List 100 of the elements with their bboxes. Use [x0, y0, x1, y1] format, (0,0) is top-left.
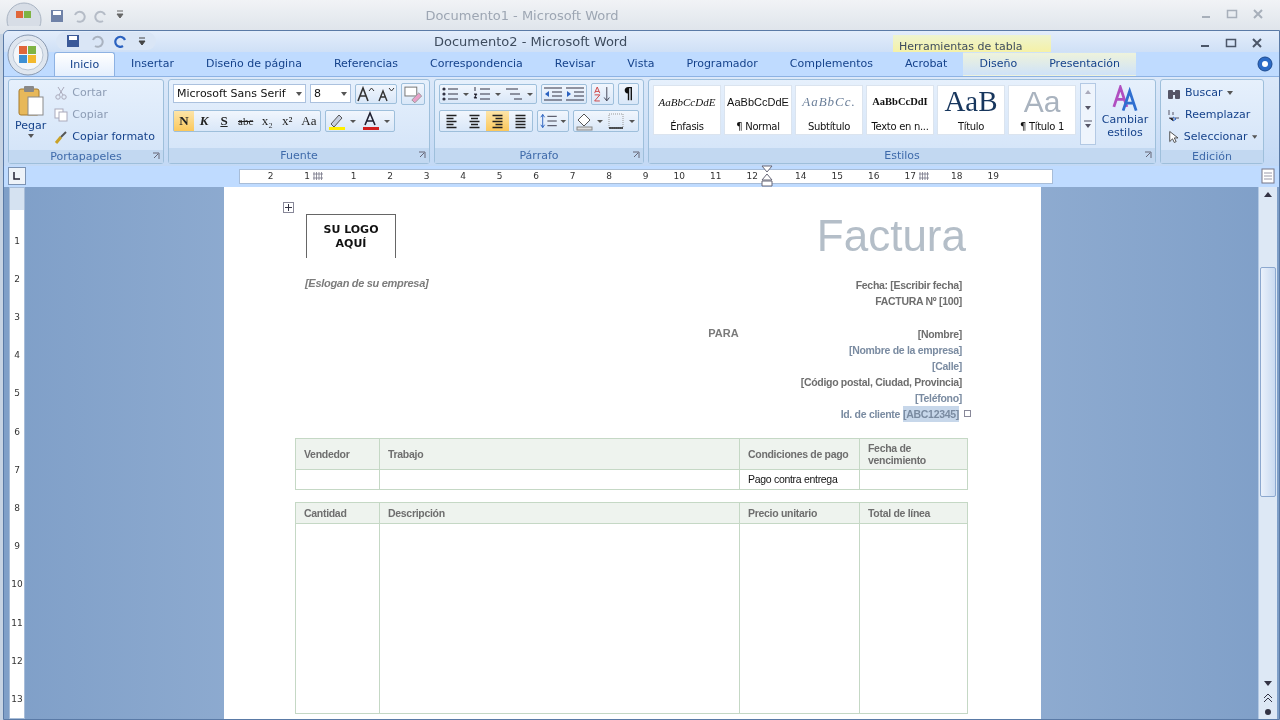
style-preset[interactable]: Aa ¶ Título 1	[1008, 84, 1076, 135]
format-button[interactable]: x²	[277, 110, 298, 131]
ruler-number: 5	[14, 387, 20, 401]
ruler-number: 2	[266, 171, 275, 182]
style-preset[interactable]: AaB Título	[937, 84, 1005, 135]
margin-marker-icon[interactable]	[313, 171, 323, 182]
table-move-handle-icon[interactable]	[283, 201, 294, 213]
recipient-text: [Teléfono]	[915, 390, 962, 406]
borders-icon[interactable]	[606, 110, 638, 131]
client-id-label: Id. de cliente	[840, 406, 901, 422]
group-label: Párrafo	[519, 148, 559, 162]
ruler-number: 7	[14, 463, 20, 477]
style-preset[interactable]: AaBbCcDdI Texto en n...	[866, 84, 934, 135]
paste-button[interactable]: Pegar	[13, 82, 49, 147]
recipient-text: [Nombre]	[917, 326, 962, 342]
ribbon-tab[interactable]: Correspondencia	[414, 51, 539, 76]
ribbon-tab[interactable]: Vista	[611, 51, 671, 76]
ruler-number: 2	[14, 272, 20, 286]
close-icon[interactable]	[1251, 37, 1263, 50]
format-button[interactable]: S	[214, 110, 234, 131]
dialog-launcher-icon[interactable]	[1144, 151, 1152, 160]
align-icon[interactable]	[486, 110, 509, 131]
clipboard-button[interactable]: Copiar formato	[52, 126, 157, 147]
recipient-text: [Calle]	[932, 358, 962, 374]
grow-font-icon[interactable]	[356, 84, 377, 103]
recipient-text: [Código postal, Ciudad, Provincia]	[800, 374, 962, 390]
scrollbar-thumb[interactable]	[1260, 266, 1276, 497]
redo-icon[interactable]	[114, 34, 128, 49]
format-button[interactable]: N	[174, 110, 194, 131]
ribbon-tab[interactable]: Presentación	[1033, 51, 1136, 76]
increase-indent-icon[interactable]	[564, 84, 586, 103]
decrease-indent-icon[interactable]	[542, 84, 564, 103]
ruler-number: 5	[495, 171, 504, 182]
column-header: Total de línea	[859, 502, 968, 524]
style-preset[interactable]: AaBbCcDdE ¶ Normal	[724, 84, 792, 135]
caret-icon	[295, 91, 302, 96]
line-spacing-icon[interactable]	[537, 109, 569, 132]
window-title: Documento2 - Microsoft Word	[434, 33, 628, 49]
caret-icon	[341, 91, 348, 96]
editing-button[interactable]: Reemplazar	[1165, 104, 1259, 125]
scissors-icon	[54, 85, 69, 100]
customize-toolbar-icon[interactable]	[138, 36, 146, 47]
ruler-number: 17	[903, 171, 917, 182]
customize-toolbar-icon[interactable]	[116, 9, 124, 19]
maximize-icon[interactable]	[1225, 37, 1237, 50]
style-preset[interactable]: AaBbCc. Subtítulo	[795, 84, 863, 135]
format-button[interactable]: x₂	[257, 110, 278, 131]
format-button[interactable]: abc	[234, 110, 258, 131]
column-header: Condiciones de pago	[739, 438, 860, 470]
table-cell: Pago contra entrega	[739, 469, 860, 490]
dialog-launcher-icon[interactable]	[152, 152, 160, 161]
tab-selector-icon[interactable]	[8, 167, 26, 186]
ruler-number: 6	[14, 425, 20, 439]
ruler-number: 12	[745, 171, 759, 182]
format-button[interactable]: K	[194, 110, 214, 131]
indent-marker-icon[interactable]	[761, 165, 773, 188]
group-label: Edición	[1192, 149, 1232, 163]
font-name-field[interactable]: Microsoft Sans Serif	[173, 84, 306, 104]
font-size-field[interactable]: 8	[309, 84, 352, 104]
change-styles-button[interactable]: Cambiar estilos	[1098, 82, 1152, 145]
ruler-number: 13	[11, 692, 23, 706]
ribbon-tab[interactable]: Referencias	[317, 51, 415, 76]
save-icon[interactable]	[50, 9, 64, 23]
vertical-scrollbar[interactable]	[1258, 186, 1277, 719]
copy-icon	[54, 107, 69, 122]
dialog-launcher-icon[interactable]	[418, 151, 426, 160]
ruler-number: 2	[386, 171, 394, 182]
ruler-number: 11	[11, 616, 23, 630]
ribbon-tab[interactable]: Complementos	[773, 51, 889, 76]
ruler-number: 10	[672, 171, 686, 182]
editing-button[interactable]: Seleccionar	[1165, 126, 1259, 147]
logo-text: SU LOGO AQUÍ	[323, 222, 379, 251]
ribbon-tab[interactable]: Inicio	[54, 51, 116, 76]
column-header: Fecha de vencimiento	[859, 438, 968, 470]
ribbon-tab[interactable]: Diseño	[963, 51, 1034, 76]
numbering-icon[interactable]	[472, 84, 504, 103]
invoice-number-text: FACTURA Nº [100]	[875, 293, 962, 309]
ribbon-tab[interactable]: Programador	[670, 51, 774, 76]
style-preset[interactable]: AaBbCcDdE Énfasis	[653, 84, 721, 135]
ruler-number: 14	[794, 171, 808, 182]
ruler-number: 12	[11, 654, 23, 668]
caret-icon	[1226, 90, 1233, 95]
sort-icon[interactable]	[591, 82, 614, 105]
format-button[interactable]: Aa	[297, 110, 321, 131]
ruler-number: 4	[459, 171, 467, 182]
save-icon[interactable]	[66, 34, 80, 49]
ribbon-tab[interactable]: Revisar	[538, 51, 612, 76]
ribbon-tab[interactable]: Insertar	[115, 51, 190, 76]
letters-icon	[1112, 84, 1138, 113]
ribbon-tab[interactable]: Diseño de página	[189, 51, 318, 76]
office-button-icon[interactable]	[6, 0, 42, 26]
caret-icon	[27, 133, 34, 138]
column-header: Descripción	[379, 502, 740, 524]
slogan-text: [Eslogan de su empresa]	[305, 276, 429, 289]
margin-marker-icon[interactable]	[919, 171, 929, 182]
ruler-number: 15	[830, 171, 844, 182]
show-formatting-button[interactable]: ¶	[617, 82, 639, 105]
client-id-text: [ABC12345]	[903, 405, 959, 422]
editing-button[interactable]: Buscar	[1165, 82, 1259, 103]
dialog-launcher-icon[interactable]	[632, 151, 640, 160]
